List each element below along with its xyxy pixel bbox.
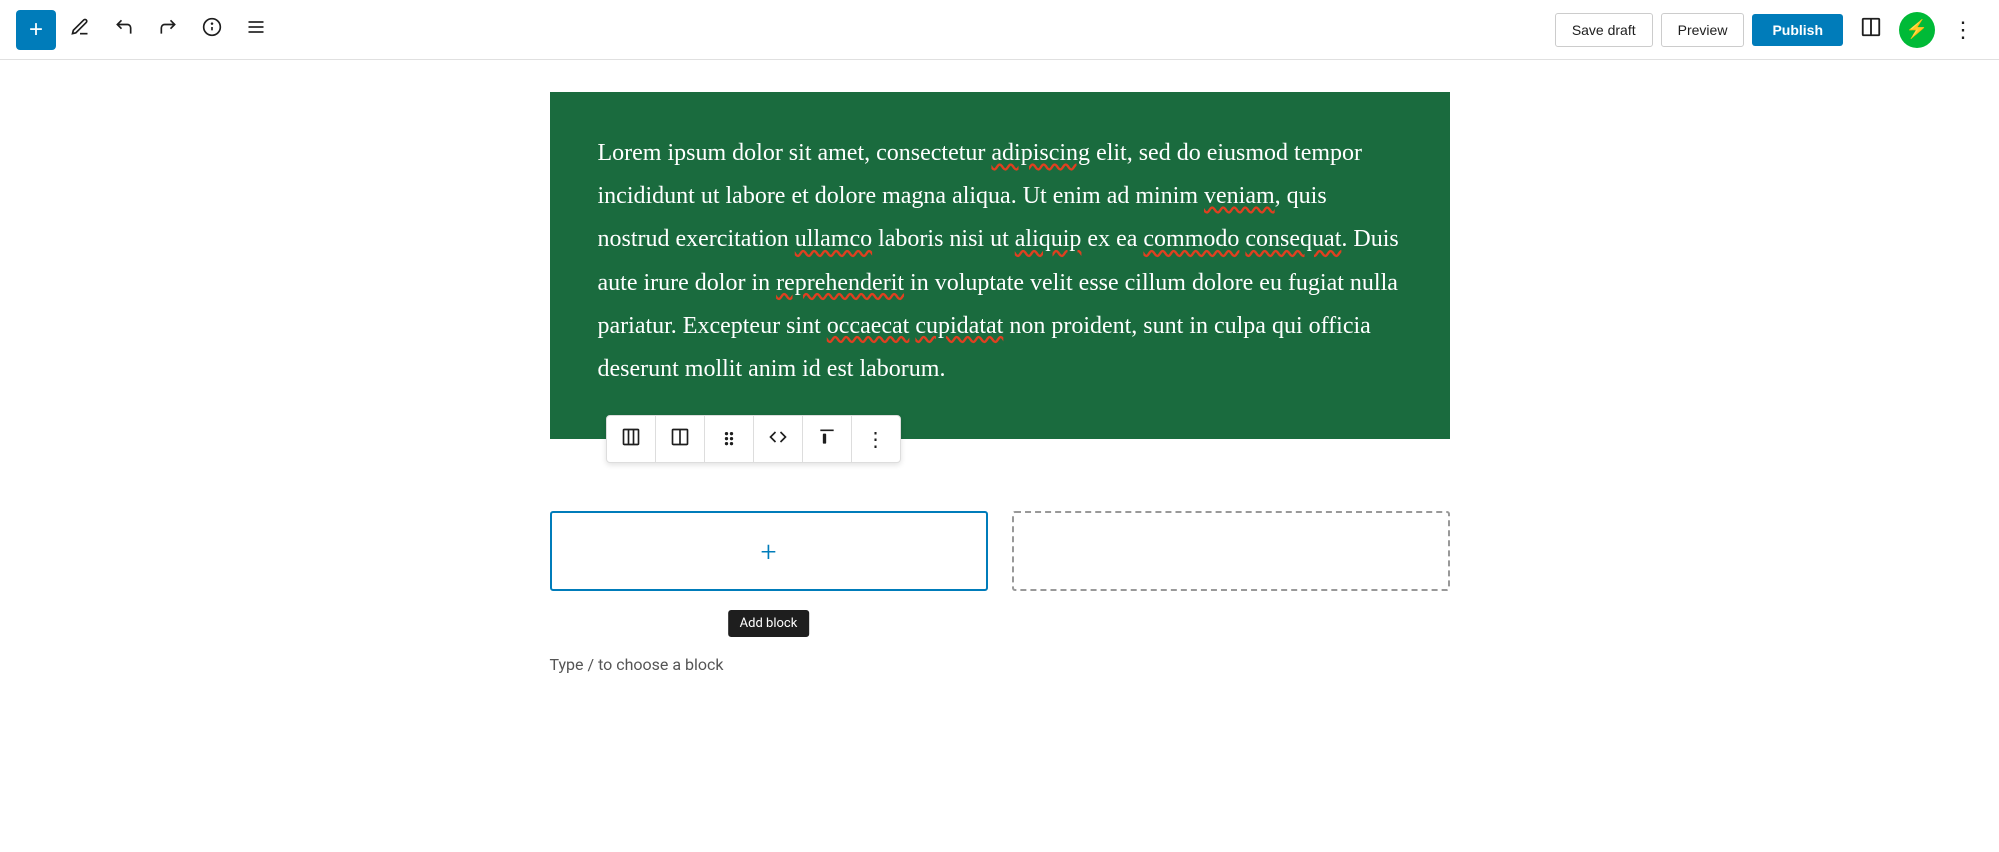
columns-view-icon: [1860, 16, 1882, 43]
align-top-icon: [817, 427, 837, 452]
lightning-icon: ⚡: [1906, 19, 1928, 40]
preview-button[interactable]: Preview: [1661, 13, 1745, 47]
half-col-icon: [670, 427, 690, 452]
add-block-button[interactable]: +: [16, 10, 56, 50]
plus-icon: +: [29, 18, 43, 42]
code-icon: [768, 427, 788, 452]
options-button[interactable]: ⋮: [1943, 10, 1983, 50]
editor-area: Lorem ipsum dolor sit amet, consectetur …: [550, 92, 1450, 674]
list-view-button[interactable]: [236, 10, 276, 50]
main-toolbar: +: [0, 0, 1999, 60]
main-content: Lorem ipsum dolor sit amet, consectetur …: [0, 60, 1999, 734]
block-half-col-button[interactable]: [656, 415, 705, 463]
info-button[interactable]: [192, 10, 232, 50]
block-drag-button[interactable]: [705, 415, 754, 463]
paragraph-text: Lorem ipsum dolor sit amet, consectetur …: [598, 132, 1402, 391]
block-toolbar: ⋮: [606, 415, 901, 463]
block-more-button[interactable]: ⋮: [852, 415, 900, 463]
tools-button[interactable]: [60, 10, 100, 50]
pencil-icon: [70, 17, 90, 43]
add-block-tooltip: Add block: [728, 610, 810, 637]
undo-button[interactable]: [104, 10, 144, 50]
info-icon: [202, 17, 222, 43]
undo-icon: [114, 17, 134, 43]
redo-button[interactable]: [148, 10, 188, 50]
two-column-area: + Add block: [550, 511, 1450, 591]
right-column-empty[interactable]: [1012, 511, 1450, 591]
block-code-button[interactable]: [754, 415, 803, 463]
left-column-add-block[interactable]: + Add block: [550, 511, 988, 591]
more-vertical-icon: ⋮: [1952, 17, 1974, 43]
performance-button[interactable]: ⚡: [1899, 12, 1935, 48]
block-align-button[interactable]: [803, 415, 852, 463]
block-hint-text: Type / to choose a block: [550, 655, 1450, 674]
list-view-icon: [246, 17, 266, 43]
publish-button[interactable]: Publish: [1752, 14, 1843, 46]
more-vertical-icon: ⋮: [866, 427, 886, 452]
drag-icon: [719, 427, 739, 452]
green-paragraph-block[interactable]: Lorem ipsum dolor sit amet, consectetur …: [550, 92, 1450, 439]
block-columns-button[interactable]: [607, 415, 656, 463]
redo-icon: [158, 17, 178, 43]
toolbar-right: Save draft Preview Publish ⚡ ⋮: [1555, 10, 1983, 50]
save-draft-button[interactable]: Save draft: [1555, 13, 1653, 47]
toolbar-left: +: [16, 10, 1555, 50]
view-mode-button[interactable]: [1851, 10, 1891, 50]
columns-icon: [621, 427, 641, 452]
add-block-plus-icon: +: [761, 535, 777, 568]
